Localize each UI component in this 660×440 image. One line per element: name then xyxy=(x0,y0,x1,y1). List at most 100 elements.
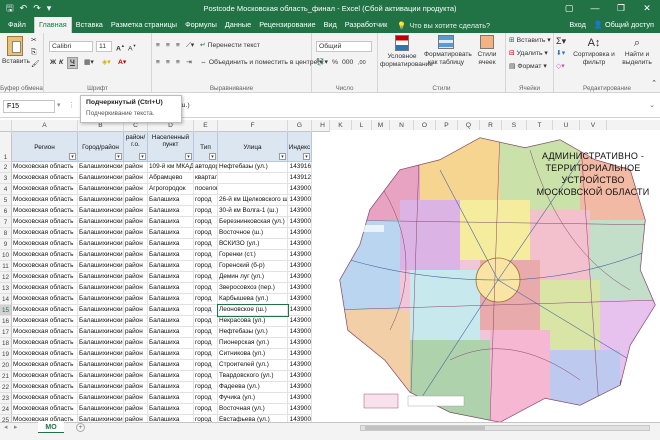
table-cell[interactable]: Агрогородок xyxy=(148,184,194,195)
table-cell[interactable]: Балашиха xyxy=(148,250,194,261)
share-button[interactable]: 👤 Общий доступ xyxy=(594,17,654,33)
table-cell[interactable]: Некрасова (ул.) xyxy=(218,316,288,327)
table-cell[interactable]: район xyxy=(124,404,148,415)
table-cell[interactable]: Балашиха xyxy=(148,371,194,382)
grow-font-icon[interactable]: A▲ xyxy=(116,41,125,54)
collapse-ribbon-icon[interactable]: ⌃ xyxy=(651,79,657,89)
table-cell[interactable]: район xyxy=(124,327,148,338)
table-cell[interactable]: район xyxy=(124,382,148,393)
table-cell[interactable]: Балашиха xyxy=(148,217,194,228)
table-cell[interactable]: Восточная (ул.) xyxy=(218,404,288,415)
table-cell[interactable]: Балашихинский xyxy=(78,184,124,195)
table-cell[interactable]: Балашиха xyxy=(148,283,194,294)
table-cell[interactable]: Горенский (б-р) xyxy=(218,261,288,272)
table-cell[interactable]: город xyxy=(194,349,218,360)
table-cell[interactable]: Балашихинский xyxy=(78,371,124,382)
table-cell[interactable]: Балашихинский xyxy=(78,206,124,217)
row-header[interactable]: 6 xyxy=(0,206,12,217)
font-size-select[interactable]: 11 xyxy=(96,41,112,52)
scroll-tabs-right-icon[interactable]: ▸ xyxy=(14,423,17,433)
table-cell[interactable]: Московская область xyxy=(12,415,78,422)
table-cell[interactable]: Балашихинский xyxy=(78,173,124,184)
tab-page-layout[interactable]: Разметка страницы xyxy=(107,17,181,33)
row-header[interactable]: 17 xyxy=(0,327,12,338)
table-cell[interactable]: 109-й км МКАД xyxy=(148,162,194,173)
table-cell[interactable]: район xyxy=(124,239,148,250)
table-cell[interactable]: район xyxy=(124,195,148,206)
filter-dropdown-icon[interactable]: ▾ xyxy=(279,153,286,160)
tab-home[interactable]: Главная xyxy=(33,17,72,33)
table-cell[interactable]: 143900 xyxy=(288,206,312,217)
table-cell[interactable]: Балашихинский xyxy=(78,294,124,305)
table-cell[interactable]: город xyxy=(194,415,218,422)
table-cell[interactable]: 143900 xyxy=(288,404,312,415)
table-cell[interactable]: район xyxy=(124,272,148,283)
horizontal-scrollbar[interactable] xyxy=(360,425,650,431)
table-cell[interactable]: 143900 xyxy=(288,371,312,382)
table-cell[interactable]: Московская область xyxy=(12,404,78,415)
bold-button[interactable]: Ж xyxy=(50,58,56,68)
expand-formula-bar-icon[interactable]: ⌄ xyxy=(649,101,655,111)
tab-insert[interactable]: Вставка xyxy=(72,17,107,33)
table-cell[interactable]: 143900 xyxy=(288,272,312,283)
table-cell[interactable]: Демин луг (ул.) xyxy=(218,272,288,283)
row-header[interactable]: 15 xyxy=(0,305,12,316)
new-sheet-icon[interactable]: + xyxy=(76,423,85,432)
table-cell[interactable]: 26-й км Щелковского шоссе xyxy=(218,195,288,206)
scrollbar-thumb[interactable] xyxy=(365,426,485,430)
table-cell[interactable]: Березнинковская (ул.) xyxy=(218,217,288,228)
table-cell[interactable]: Московская область xyxy=(12,338,78,349)
wrap-text-button[interactable]: ↵ Перенести текст xyxy=(200,41,260,51)
conditional-formatting-button[interactable]: Условное форматирование xyxy=(380,35,433,69)
table-cell[interactable]: автодорога xyxy=(194,162,218,173)
paste-button[interactable]: Вставить xyxy=(2,36,30,66)
table-cell[interactable]: 143900 xyxy=(288,360,312,371)
table-cell[interactable]: Московская область xyxy=(12,184,78,195)
table-cell[interactable]: Балашихинский xyxy=(78,228,124,239)
table-cell[interactable]: Балашихинский xyxy=(78,393,124,404)
table-cell[interactable]: город xyxy=(194,338,218,349)
table-cell[interactable]: Евстафьева (ул.) xyxy=(218,415,288,422)
table-cell[interactable]: 143900 xyxy=(288,305,312,316)
font-color-icon[interactable]: A▾ xyxy=(118,58,126,68)
table-cell[interactable]: Балашихинский xyxy=(78,404,124,415)
table-cell[interactable]: Балашихинский xyxy=(78,360,124,371)
row-header[interactable]: 9 xyxy=(0,239,12,250)
table-cell[interactable]: город xyxy=(194,305,218,316)
table-cell[interactable]: Балашиха xyxy=(148,360,194,371)
tab-view[interactable]: Вид xyxy=(320,17,341,33)
minimize-button[interactable]: — xyxy=(582,0,608,17)
row-header[interactable]: 16 xyxy=(0,316,12,327)
merge-center-button[interactable]: ⇔ Объединить и поместить в центре ▾ xyxy=(200,58,323,68)
table-cell[interactable]: Нефтебазы (ул.) xyxy=(218,327,288,338)
format-painter-icon[interactable]: 🖌 xyxy=(31,60,40,70)
table-cell[interactable]: ВСКИЗО (ул.) xyxy=(218,239,288,250)
table-cell[interactable]: 143900 xyxy=(288,415,312,422)
tab-formulas[interactable]: Формулы xyxy=(181,17,221,33)
table-cell[interactable]: район xyxy=(124,217,148,228)
scroll-tabs-left-icon[interactable]: ◂ xyxy=(4,423,7,433)
italic-button[interactable]: К xyxy=(59,58,63,68)
align-middle-icon[interactable]: ≡ xyxy=(166,41,170,51)
row-header[interactable]: 19 xyxy=(0,349,12,360)
table-cell[interactable]: Московская область xyxy=(12,294,78,305)
table-cell[interactable]: Балашихинский xyxy=(78,250,124,261)
table-cell[interactable]: Балашиха xyxy=(148,206,194,217)
column-header-f[interactable]: F xyxy=(218,120,288,132)
decrease-decimal-icon[interactable]: ,00 xyxy=(358,58,366,68)
align-right-icon[interactable]: ≡ xyxy=(176,58,180,68)
table-cell[interactable]: район xyxy=(124,206,148,217)
name-box-dropdown-icon[interactable]: ▾ xyxy=(57,101,60,111)
table-cell[interactable]: район xyxy=(124,338,148,349)
format-as-table-button[interactable]: Форматировать как таблицу xyxy=(424,35,472,67)
tell-me-box[interactable]: 💡 Что вы хотите сделать? xyxy=(397,21,490,30)
header-cell[interactable]: Тип ▾ xyxy=(194,132,218,162)
table-cell[interactable]: Фадеева (ул.) xyxy=(218,382,288,393)
tab-data[interactable]: Данные xyxy=(221,17,255,33)
row-header[interactable]: 14 xyxy=(0,294,12,305)
format-cells-button[interactable]: ▤ Формат ▾ xyxy=(509,62,547,72)
active-cell[interactable]: Леоновское (ш.) xyxy=(217,304,289,317)
table-cell[interactable]: Московская область xyxy=(12,316,78,327)
accounting-format-icon[interactable]: 💱▾ xyxy=(316,58,328,68)
table-cell[interactable]: Балашихинский xyxy=(78,382,124,393)
